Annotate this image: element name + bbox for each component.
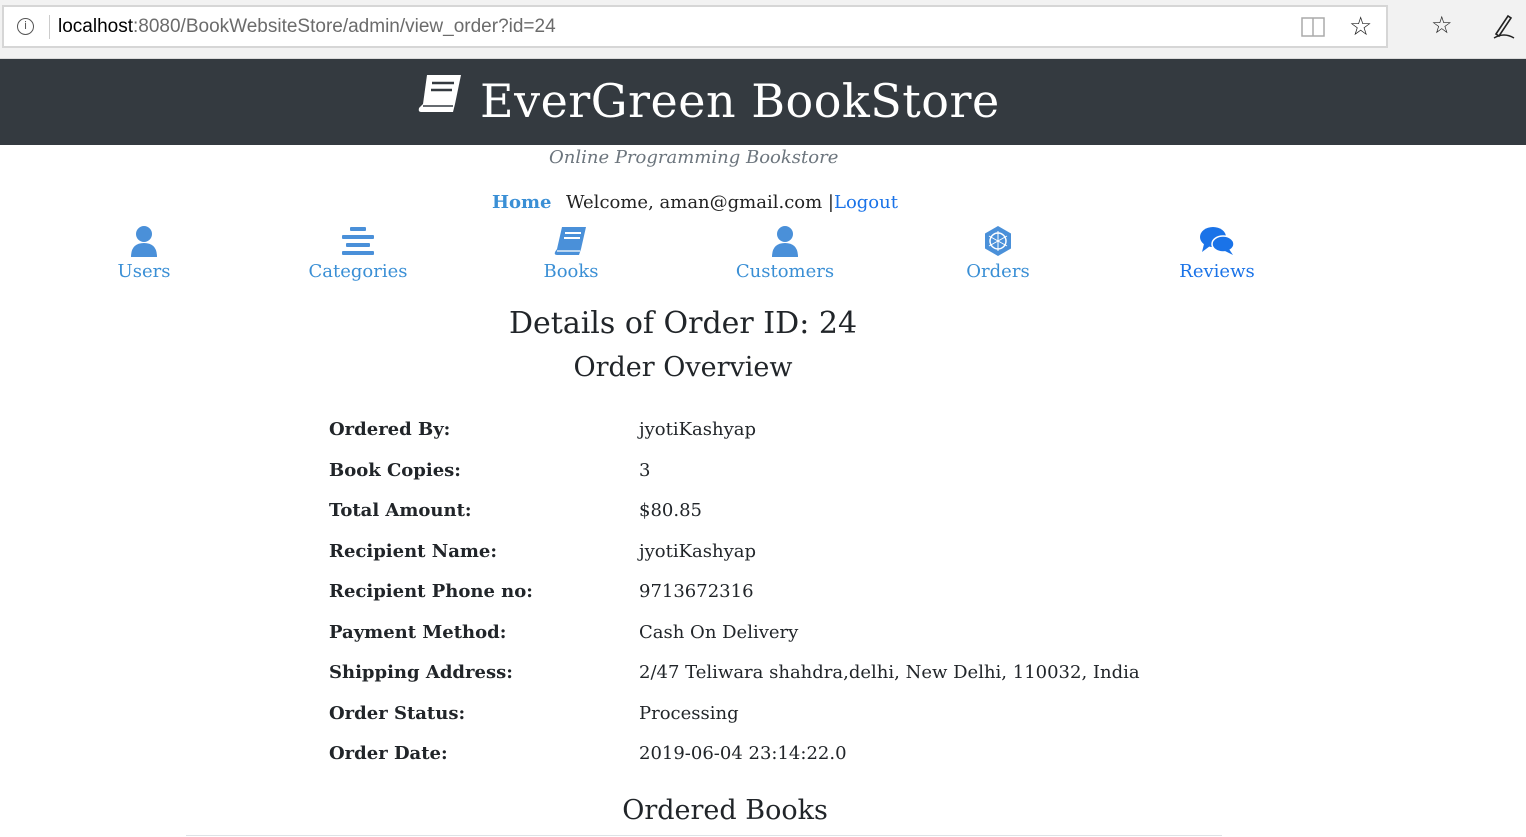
address-bar[interactable]: i localhost:8080/BookWebsiteStore/admin/… xyxy=(2,5,1388,48)
detail-row-shipping-address: Shipping Address: 2/47 Teliwara shahdra,… xyxy=(329,662,1229,692)
nav-reviews-label: Reviews xyxy=(1179,261,1255,282)
detail-row-ordered-by: Ordered By: jyotiKashyap xyxy=(329,419,1229,449)
welcome-text: Welcome, aman@gmail.com | xyxy=(566,192,834,213)
categories-icon xyxy=(342,227,374,255)
nav-users-label: Users xyxy=(117,261,171,282)
detail-value: 9713672316 xyxy=(639,581,754,602)
reader-view-icon[interactable] xyxy=(1301,17,1325,37)
detail-row-payment-method: Payment Method: Cash On Delivery xyxy=(329,622,1229,652)
favorites-icon[interactable]: ☆ xyxy=(1431,12,1453,38)
detail-label: Ordered By: xyxy=(329,419,451,440)
star-icon[interactable]: ☆ xyxy=(1349,14,1372,40)
url-text[interactable]: localhost:8080/BookWebsiteStore/admin/vi… xyxy=(58,16,556,38)
url-path: :8080/BookWebsiteStore/admin/view_order?… xyxy=(133,16,556,37)
nav-customers-label: Customers xyxy=(735,261,835,282)
nav-orders[interactable]: Orders xyxy=(928,225,1068,282)
nav-reviews[interactable]: Reviews xyxy=(1147,225,1287,282)
site-tagline: Online Programming Bookstore xyxy=(549,147,839,168)
detail-label: Book Copies: xyxy=(329,460,461,481)
nav-books-label: Books xyxy=(543,261,599,282)
detail-value: Cash On Delivery xyxy=(639,622,799,643)
order-overview-heading: Order Overview xyxy=(573,352,793,383)
nav-categories-label: Categories xyxy=(308,261,408,282)
url-host: localhost xyxy=(58,16,133,37)
detail-row-order-date: Order Date: 2019-06-04 23:14:22.0 xyxy=(329,743,1229,773)
detail-label: Order Date: xyxy=(329,743,448,764)
comments-icon xyxy=(1200,227,1235,255)
logout-link[interactable]: Logout xyxy=(834,192,898,213)
detail-value: $80.85 xyxy=(639,500,702,521)
detail-value: 3 xyxy=(639,460,651,481)
detail-label: Recipient Name: xyxy=(329,541,498,562)
detail-label: Recipient Phone no: xyxy=(329,581,533,602)
browser-toolbar: i localhost:8080/BookWebsiteStore/admin/… xyxy=(0,0,1526,59)
detail-label: Shipping Address: xyxy=(329,662,513,683)
customer-icon xyxy=(772,226,798,257)
table-top-border xyxy=(186,835,1222,836)
nav-customers[interactable]: Customers xyxy=(715,225,855,282)
detail-label: Total Amount: xyxy=(329,500,472,521)
nav-categories[interactable]: Categories xyxy=(288,225,428,282)
detail-label: Order Status: xyxy=(329,703,466,724)
page-title: Details of Order ID: 24 xyxy=(508,306,858,341)
detail-row-order-status: Order Status: Processing xyxy=(329,703,1229,733)
orders-icon xyxy=(985,226,1011,256)
book-logo-icon xyxy=(418,75,461,112)
user-icon xyxy=(131,226,157,257)
detail-row-total-amount: Total Amount: $80.85 xyxy=(329,500,1229,530)
detail-value: jyotiKashyap xyxy=(639,541,757,562)
detail-value: Processing xyxy=(639,703,739,724)
nav-books[interactable]: Books xyxy=(501,225,641,282)
nav-users[interactable]: Users xyxy=(74,225,214,282)
pen-icon[interactable] xyxy=(1490,12,1518,40)
detail-value: 2019-06-04 23:14:22.0 xyxy=(639,743,847,764)
ordered-books-heading: Ordered Books xyxy=(622,795,828,826)
detail-row-recipient-name: Recipient Name: jyotiKashyap xyxy=(329,541,1229,571)
site-title[interactable]: EverGreen BookStore xyxy=(480,74,1000,128)
book-icon xyxy=(554,227,586,255)
detail-value: 2/47 Teliwara shahdra,delhi, New Delhi, … xyxy=(639,662,1140,683)
welcome-message: Welcome, aman@gmail.com |Logout xyxy=(566,192,898,213)
detail-row-book-copies: Book Copies: 3 xyxy=(329,460,1229,490)
detail-row-recipient-phone: Recipient Phone no: 9713672316 xyxy=(329,581,1229,611)
info-icon[interactable]: i xyxy=(17,18,34,35)
home-link[interactable]: Home xyxy=(492,192,552,213)
detail-label: Payment Method: xyxy=(329,622,507,643)
detail-value: jyotiKashyap xyxy=(639,419,757,440)
address-divider xyxy=(49,15,50,39)
nav-orders-label: Orders xyxy=(966,261,1030,282)
